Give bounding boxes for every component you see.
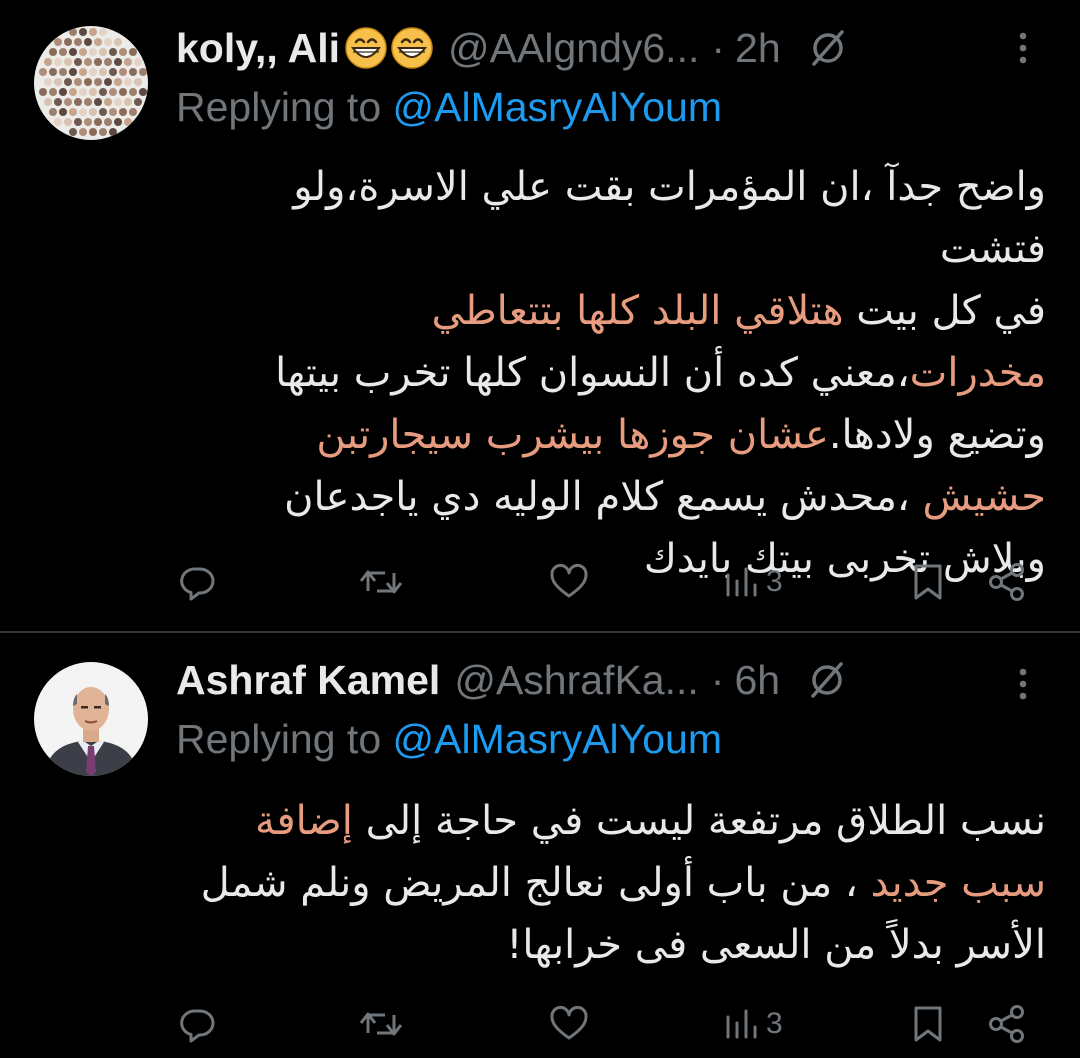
replying-prefix: Replying to [176, 716, 393, 762]
timestamp[interactable]: 2h [735, 25, 781, 72]
tweet-header: Ashraf Kamel @AshrafKa... · 6h [176, 652, 848, 708]
text-span: الأسر بدلاً من السعى فى خرابها! [506, 922, 1046, 968]
views-button[interactable]: 3 [722, 994, 783, 1054]
repost-icon [359, 570, 403, 594]
mention-link[interactable]: @AlMasryAlYoum [393, 84, 722, 130]
views-count: 3 [766, 1007, 783, 1040]
text-line: واضح جدآ ،ان المؤمرات بقت علي الاسرة،ولو… [176, 156, 1046, 280]
text-span: ،محدش يسمع كلام الوليه دي ياجدعان [284, 474, 923, 520]
repost-button[interactable] [358, 552, 404, 612]
views-count: 3 [766, 565, 783, 598]
user-handle[interactable]: @AAlgndy6... [448, 25, 699, 72]
text-span: وتضيع ولادها. [828, 412, 1046, 458]
reply-button[interactable] [176, 552, 218, 612]
tweet[interactable]: koly,, Ali @AAlgndy6... · 2h Replying to [0, 0, 1080, 632]
replying-prefix: Replying to [176, 84, 393, 130]
highlighted-text: عشان جوزها بيشرب سيجارتبن [316, 412, 829, 458]
repost-button[interactable] [358, 994, 404, 1054]
display-name[interactable]: Ashraf Kamel [176, 657, 440, 704]
grok-slash-icon[interactable] [807, 27, 849, 69]
reply-button[interactable] [176, 994, 218, 1054]
views-button[interactable]: 3 [722, 552, 783, 612]
bookmark-icon [914, 564, 942, 600]
bookmark-button[interactable] [910, 994, 946, 1054]
text-line: حشيش ،محدش يسمع كلام الوليه دي ياجدعان [176, 466, 1046, 528]
grok-slash-icon[interactable] [806, 659, 848, 701]
more-vertical-icon[interactable] [1008, 664, 1038, 704]
separator-dot: · [711, 24, 726, 71]
tweet[interactable]: Ashraf Kamel @AshrafKa... · 6h Replying … [0, 632, 1080, 1058]
separator-dot: · [710, 656, 725, 703]
heart-icon [550, 1006, 588, 1040]
reply-bubble-icon [180, 567, 215, 601]
like-button[interactable] [548, 994, 590, 1054]
user-handle[interactable]: @AshrafKa... [454, 657, 698, 704]
bookmark-icon [914, 1006, 942, 1042]
bookmark-button[interactable] [910, 552, 946, 612]
text-line: مخدرات،معني كده أن النسوان كلها تخرب بيت… [176, 342, 1046, 404]
share-button[interactable] [986, 552, 1028, 612]
like-button[interactable] [548, 552, 590, 612]
share-icon [989, 1005, 1024, 1043]
text-span: ، من باب أولى نعالج المريض ونلم شمل [200, 860, 871, 906]
highlighted-text: هتلاقي البلد كلها بتتعاطي [431, 288, 844, 334]
display-name[interactable]: koly,, Ali [176, 25, 340, 72]
grinning-face-icon [391, 27, 433, 69]
profile-photo [34, 662, 148, 776]
text-span: واضح جدآ ،ان المؤمرات بقت علي الاسرة،ولو… [293, 164, 1046, 272]
repost-icon [359, 1012, 403, 1036]
action-bar: 3 [176, 994, 1046, 1054]
text-span: نسب الطلاق مرتفعة ليست في حاجة إلى [352, 798, 1046, 844]
views-bar-chart-icon [726, 567, 757, 597]
tweet-header: koly,, Ali @AAlgndy6... · 2h [176, 20, 849, 76]
avatar[interactable] [34, 662, 148, 776]
heart-icon [550, 564, 588, 598]
grinning-face-icon [345, 27, 387, 69]
share-button[interactable] [986, 994, 1028, 1054]
text-span: في كل بيت [843, 288, 1046, 334]
replying-to: Replying to @AlMasryAlYoum [176, 716, 722, 763]
highlighted-text: مخدرات [909, 350, 1046, 396]
collage-avatar-image [34, 26, 148, 140]
share-icon [989, 563, 1024, 601]
tweet-text: نسب الطلاق مرتفعة ليست في حاجة إلى إضافة… [176, 790, 1046, 976]
text-line: نسب الطلاق مرتفعة ليست في حاجة إلى إضافة [176, 790, 1046, 852]
avatar[interactable] [34, 26, 148, 140]
views-bar-chart-icon [726, 1009, 757, 1039]
highlighted-text: حشيش [922, 474, 1046, 520]
highlighted-text: سبب جديد [870, 860, 1046, 906]
text-span: ،معني كده أن النسوان كلها تخرب بيتها [275, 350, 910, 396]
text-line: وتضيع ولادها.عشان جوزها بيشرب سيجارتبن [176, 404, 1046, 466]
highlighted-text: إضافة [255, 798, 353, 844]
replying-to: Replying to @AlMasryAlYoum [176, 84, 722, 131]
timestamp[interactable]: 6h [734, 657, 780, 704]
tweet-text: واضح جدآ ،ان المؤمرات بقت علي الاسرة،ولو… [176, 156, 1046, 590]
mention-link[interactable]: @AlMasryAlYoum [393, 716, 722, 762]
reply-bubble-icon [180, 1009, 215, 1043]
text-line: سبب جديد ، من باب أولى نعالج المريض ونلم… [176, 852, 1046, 914]
text-line: في كل بيت هتلاقي البلد كلها بتتعاطي [176, 280, 1046, 342]
more-vertical-icon[interactable] [1008, 28, 1038, 68]
action-bar: 3 [176, 552, 1046, 612]
text-line: الأسر بدلاً من السعى فى خرابها! [176, 914, 1046, 976]
